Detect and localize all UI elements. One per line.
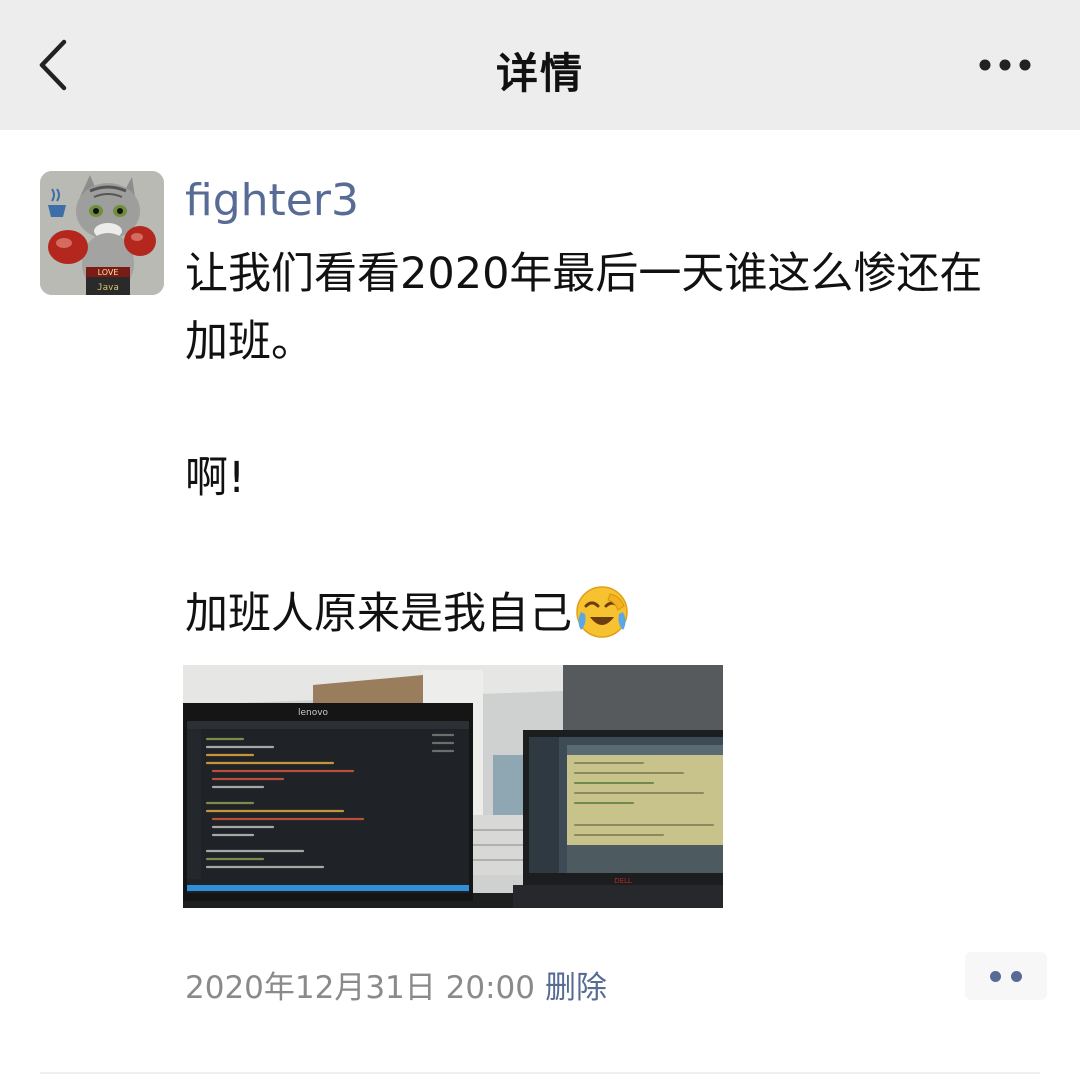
top-navigation-bar: 详情 — [0, 0, 1080, 130]
post-text-blank-line — [185, 376, 1045, 444]
laptop-brand-text: DELL — [614, 877, 632, 885]
avatar[interactable]: LOVE Java — [40, 171, 164, 295]
cat-boxer-avatar-image: LOVE Java — [40, 171, 164, 295]
face-with-tears-of-joy-icon — [576, 586, 628, 638]
like-comment-button[interactable] — [965, 952, 1047, 1000]
delete-link[interactable]: 删除 — [545, 962, 607, 1007]
monitor-brand-text: lenovo — [298, 708, 329, 718]
username-link[interactable]: fighter3 — [185, 175, 359, 226]
post-text-line: 加班。 — [185, 317, 314, 367]
more-horizontal-icon[interactable] — [975, 52, 1035, 78]
post-photo[interactable]: lenovo DELL — [183, 665, 723, 908]
dot-icon — [990, 971, 1001, 982]
office-monitors-photo: lenovo DELL — [183, 665, 723, 908]
avatar-belt-text: LOVE — [98, 268, 119, 277]
post-text-line: 让我们看看2020年最后一天谁这么惨还在 — [185, 249, 983, 299]
post-text-blank-line — [185, 512, 1045, 580]
divider — [40, 1072, 1040, 1074]
avatar-shorts-text: Java — [97, 283, 119, 293]
post-text-line-with-emoji: 加班人原来是我自己 — [185, 580, 1045, 648]
post-text-line: 啊! — [185, 453, 246, 503]
page-title: 详情 — [495, 49, 584, 98]
post-text: 让我们看看2020年最后一天谁这么惨还在 加班。 啊! 加班人原来是我自己 — [185, 240, 1045, 648]
dot-icon — [1011, 971, 1022, 982]
post-text-line: 加班人原来是我自己 — [185, 589, 572, 639]
post-timestamp: 2020年12月31日 20:00 — [185, 970, 535, 1006]
